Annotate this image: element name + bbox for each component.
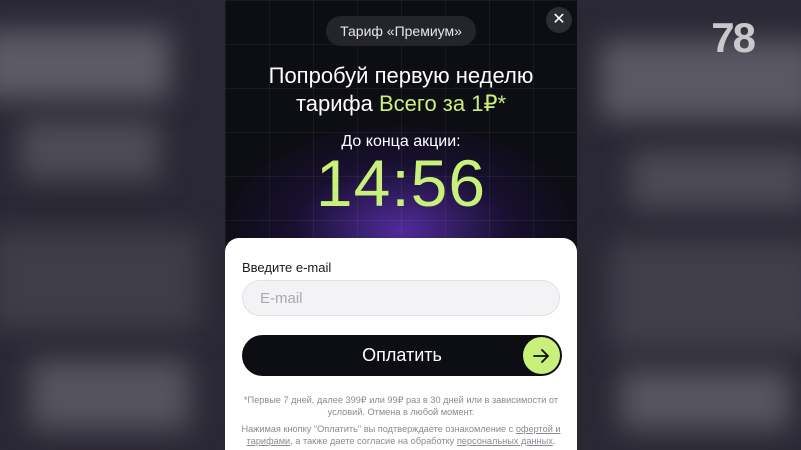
terms-text: *Первые 7 дней, далее 399₽ или 99₽ раз в… (240, 394, 562, 450)
close-button[interactable]: ✕ (546, 7, 572, 33)
blurred-shape (600, 40, 801, 120)
close-icon: ✕ (552, 11, 566, 28)
tariff-badge: Тариф «Премиум» (326, 16, 476, 46)
terms-line-2: Нажимая кнопку "Оплатить" вы подтверждае… (240, 423, 562, 447)
terms-line-1: *Первые 7 дней, далее 399₽ или 99₽ раз в… (243, 395, 559, 417)
promo-headline: Попробуй первую неделю тарифа Всего за 1… (225, 62, 577, 118)
blurred-shape (610, 240, 801, 350)
headline-line-1: Попробуй первую неделю (268, 63, 534, 88)
terms-consent-prefix: Нажимая кнопку "Оплатить" вы подтверждае… (241, 424, 516, 434)
headline-price-accent: Всего за 1₽* (379, 91, 507, 116)
blurred-shape (630, 150, 801, 210)
blurred-shape (20, 120, 160, 180)
terms-consent-middle: , а также даете согласие на обработку (290, 436, 457, 446)
blurred-shape (620, 370, 790, 430)
pay-button-label: Оплатить (362, 345, 442, 365)
arrow-right-icon (523, 337, 560, 374)
channel-logo-watermark: 78 (711, 14, 756, 61)
email-input[interactable] (242, 280, 560, 316)
blurred-shape (30, 360, 190, 430)
pay-button[interactable]: Оплатить (242, 335, 562, 376)
subscription-modal: ✕ Тариф «Премиум» Попробуй первую неделю… (225, 0, 577, 450)
terms-consent-suffix: . (552, 436, 556, 446)
blurred-shape (0, 30, 170, 100)
headline-prefix: тарифа (295, 91, 379, 116)
payment-form-card: Введите e-mail Оплатить *Первые 7 дней, … (225, 238, 577, 450)
countdown-timer: 14:56 (315, 146, 487, 220)
headline-line-2: тарифа Всего за 1₽* (225, 90, 577, 118)
blurred-shape (0, 230, 200, 330)
personal-data-link[interactable]: персональных данных (457, 436, 553, 446)
email-field-label: Введите e-mail (242, 260, 332, 275)
